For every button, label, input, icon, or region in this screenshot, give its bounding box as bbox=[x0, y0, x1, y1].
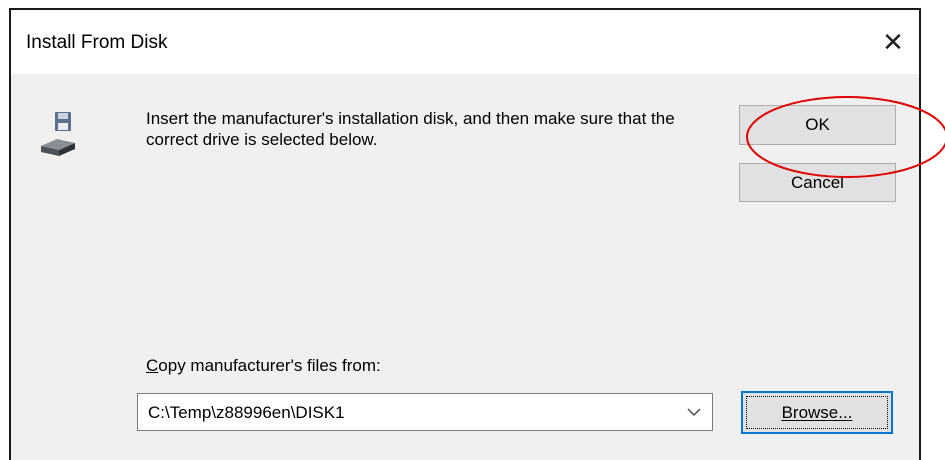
close-icon: ✕ bbox=[882, 26, 904, 57]
close-button[interactable]: ✕ bbox=[875, 24, 911, 60]
install-from-disk-dialog: Install From Disk ✕ Insert the manufactu… bbox=[9, 8, 921, 460]
ok-button[interactable]: OK bbox=[739, 105, 896, 145]
browse-button[interactable]: Browse... bbox=[741, 391, 893, 434]
copy-from-label-accelerator: C bbox=[146, 356, 159, 375]
title-bar: Install From Disk ✕ bbox=[11, 10, 919, 74]
ok-button-label: OK bbox=[805, 115, 830, 134]
floppy-disk-drive-icon bbox=[41, 112, 75, 156]
dialog-title: Install From Disk bbox=[26, 32, 168, 53]
cancel-button-label: Cancel bbox=[791, 172, 844, 192]
focus-rectangle bbox=[746, 396, 888, 429]
copy-from-path-value[interactable]: C:\Temp\z88996en\DISK1 bbox=[148, 403, 345, 423]
copy-from-combobox[interactable]: C:\Temp\z88996en\DISK1 bbox=[137, 393, 713, 431]
copy-from-label: Copy manufacturer's files from: bbox=[146, 356, 381, 376]
chevron-down-icon[interactable] bbox=[684, 402, 704, 422]
copy-from-label-text: opy manufacturer's files from: bbox=[158, 356, 381, 375]
instruction-text: Insert the manufacturer's installation d… bbox=[146, 109, 675, 149]
cancel-button[interactable]: Cancel bbox=[739, 163, 896, 202]
